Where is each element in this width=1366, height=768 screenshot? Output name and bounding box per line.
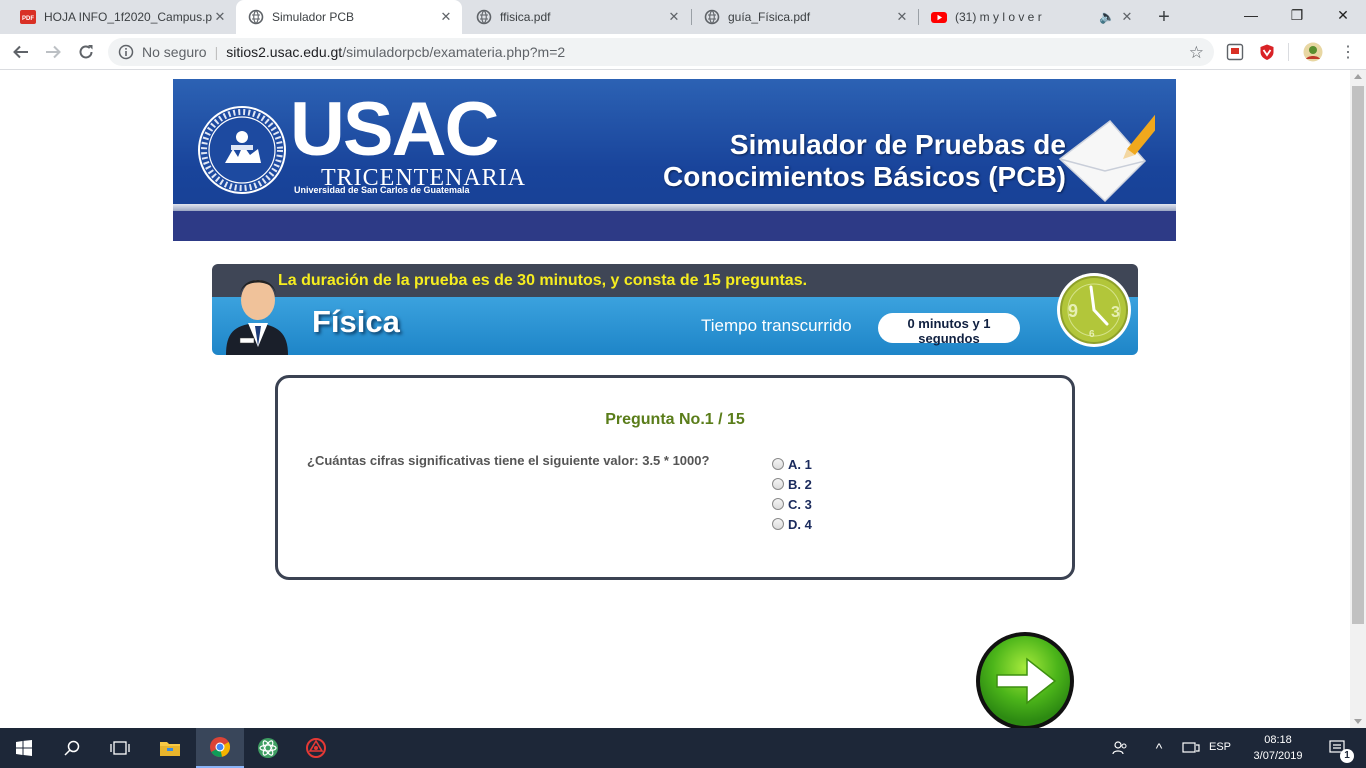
chrome-taskbar-icon[interactable]	[196, 728, 244, 768]
atom-app-icon[interactable]	[244, 728, 292, 768]
globe-icon	[248, 9, 264, 25]
question-text: ¿Cuántas cifras significativas tiene el …	[307, 453, 710, 468]
tab-title: ffisica.pdf	[500, 10, 551, 24]
duration-text: La duración de la prueba es de 30 minuto…	[278, 272, 808, 289]
tab-title: HOJA INFO_1f2020_Campus.pc	[44, 10, 212, 24]
url-host: sitios2.usac.edu.gt	[226, 44, 343, 60]
people-icon[interactable]	[1106, 728, 1134, 768]
audio-playing-icon[interactable]: 🔈	[1099, 9, 1115, 25]
tab-title: Simulador PCB	[272, 10, 355, 24]
simulator-title-line-1: Simulador de Pruebas de	[729, 129, 1066, 160]
scrollbar-thumb[interactable]	[1352, 86, 1364, 624]
option-a-label: A. 1	[788, 456, 812, 472]
tab-title: (31) m y l o v e r	[955, 10, 1042, 24]
svg-text:3: 3	[1111, 304, 1120, 321]
new-tab-button[interactable]: +	[1151, 6, 1177, 28]
question-number: Pregunta No.1 / 15	[605, 411, 745, 428]
reload-button[interactable]	[73, 39, 99, 65]
option-c-label: C. 3	[788, 496, 812, 512]
clock-icon: 9 3 6	[1057, 273, 1131, 347]
clock-date: 3/07/2019	[1253, 750, 1303, 762]
close-tab-icon[interactable]: ✕	[666, 9, 682, 25]
svg-text:PDF: PDF	[22, 16, 34, 22]
windows-taskbar: ^ ESP 08:18 3/07/2019 1	[0, 728, 1366, 768]
notification-badge: 1	[1340, 749, 1354, 763]
action-center-icon[interactable]: 1	[1318, 728, 1358, 768]
menu-kebab-icon[interactable]: ⋮	[1340, 42, 1356, 62]
option-b[interactable]: B. 2	[772, 474, 812, 494]
option-c[interactable]: C. 3	[772, 494, 812, 514]
option-d-label: D. 4	[788, 516, 812, 532]
info-icon[interactable]	[118, 44, 134, 63]
profile-avatar[interactable]	[1303, 42, 1323, 62]
globe-icon	[476, 9, 492, 25]
scroll-up-icon[interactable]	[1354, 74, 1362, 79]
task-view-icon[interactable]	[96, 728, 144, 768]
system-clock[interactable]: 08:18 3/07/2019	[1248, 732, 1308, 764]
option-b-label: B. 2	[788, 476, 812, 492]
forward-button[interactable]	[40, 39, 66, 65]
globe-icon	[704, 9, 720, 25]
tab-strip: PDF HOJA INFO_1f2020_Campus.pc ✕ Simulad…	[0, 0, 1366, 34]
svg-text:9: 9	[1068, 301, 1078, 321]
address-bar[interactable]: No seguro | sitios2.usac.edu.gt/simulado…	[108, 38, 1214, 66]
tab-youtube[interactable]: (31) m y l o v e r 🔈 ✕	[919, 0, 1143, 34]
close-tab-icon[interactable]: ✕	[438, 9, 454, 25]
file-explorer-icon[interactable]	[146, 728, 194, 768]
minimize-button[interactable]: —	[1228, 0, 1274, 30]
usac-seal-logo	[198, 106, 286, 194]
option-b-radio[interactable]	[772, 478, 784, 490]
exam-info-bar: La duración de la prueba es de 30 minuto…	[212, 264, 1138, 355]
option-c-radio[interactable]	[772, 498, 784, 510]
language-indicator[interactable]: ESP	[1209, 741, 1231, 753]
red-app-icon[interactable]	[292, 728, 340, 768]
close-tab-icon[interactable]: ✕	[894, 9, 910, 25]
youtube-icon	[931, 9, 947, 25]
close-tab-icon[interactable]: ✕	[1119, 9, 1135, 25]
option-a[interactable]: A. 1	[772, 454, 812, 474]
tab-hoja-info[interactable]: PDF HOJA INFO_1f2020_Campus.pc ✕	[8, 0, 236, 34]
security-label: No seguro	[142, 44, 207, 60]
shield-extension-icon[interactable]	[1258, 43, 1276, 61]
browser-toolbar: No seguro | sitios2.usac.edu.gt/simulado…	[0, 34, 1366, 70]
tab-guia-fisica[interactable]: guía_Física.pdf ✕	[692, 0, 918, 34]
university-name: Universidad de San Carlos de Guatemala	[294, 185, 470, 195]
search-icon[interactable]	[48, 728, 96, 768]
option-d[interactable]: D. 4	[772, 514, 812, 534]
extension-icon[interactable]	[1226, 43, 1244, 61]
chevron-up-icon[interactable]: ^	[1146, 728, 1172, 768]
elapsed-time-value: 0 minutos y 1 segundos	[878, 313, 1020, 346]
restore-button[interactable]: ❐	[1274, 0, 1320, 30]
option-d-radio[interactable]	[772, 518, 784, 530]
bookmark-star-icon[interactable]: ☆	[1189, 43, 1204, 63]
option-a-radio[interactable]	[772, 458, 784, 470]
url-path: /simuladorpcb/examateria.php?m=2	[342, 44, 566, 60]
close-tab-icon[interactable]: ✕	[212, 9, 228, 25]
usac-header-banner: USAC TRICENTENARIA Universidad de San Ca…	[173, 79, 1176, 241]
windows-start-button[interactable]	[0, 728, 48, 768]
elapsed-time-label: Tiempo transcurrido	[701, 316, 852, 335]
usac-brand: USAC	[290, 87, 499, 172]
answer-options: A. 1 B. 2 C. 3 D. 4	[772, 454, 812, 534]
page-scrollbar[interactable]	[1350, 70, 1366, 728]
simulator-title-line-2: Conocimientos Básicos (PCB)	[663, 161, 1066, 192]
close-window-button[interactable]: ✕	[1320, 0, 1366, 30]
subject-title: Física	[312, 304, 400, 339]
clock-time: 08:18	[1264, 734, 1292, 746]
back-button[interactable]	[8, 39, 34, 65]
network-icon[interactable]	[1178, 728, 1204, 768]
pdf-icon: PDF	[20, 9, 36, 25]
tab-ffisica[interactable]: ffisica.pdf ✕	[464, 0, 690, 34]
tab-simulador-pcb[interactable]: Simulador PCB ✕	[236, 0, 462, 34]
scroll-down-icon[interactable]	[1354, 719, 1362, 724]
tab-title: guía_Física.pdf	[728, 10, 811, 24]
envelope-pencil-icon	[1058, 114, 1155, 203]
page-content: USAC TRICENTENARIA Universidad de San Ca…	[0, 70, 1350, 728]
simulator-title: Simulador de Pruebas de Conocimientos Bá…	[663, 129, 1066, 193]
question-card: Pregunta No.1 / 15 ¿Cuántas cifras signi…	[275, 375, 1075, 580]
svg-text:6: 6	[1089, 329, 1095, 340]
next-question-button[interactable]	[975, 631, 1075, 728]
